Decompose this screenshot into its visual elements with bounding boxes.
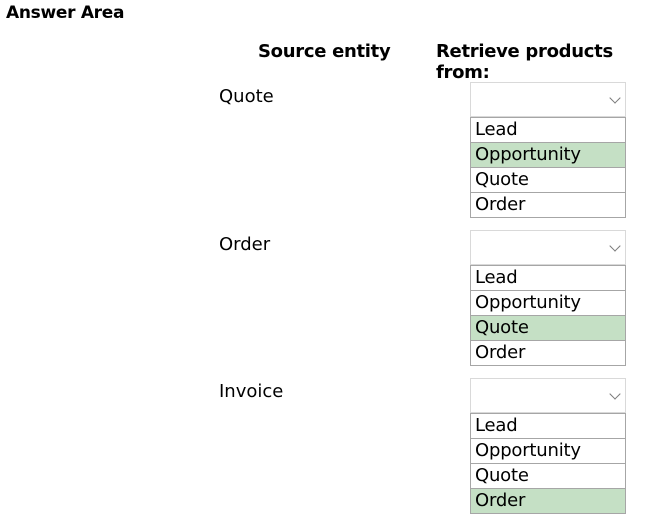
dropdown-option[interactable]: Opportunity: [471, 438, 625, 463]
dropdown-option[interactable]: Quote: [471, 315, 625, 340]
dropdown-option[interactable]: Order: [471, 192, 625, 217]
chevron-down-icon[interactable]: [609, 240, 621, 252]
retrieve-products-dropdown[interactable]: Lead Opportunity Quote Order: [470, 378, 626, 514]
dropdown-options: Lead Opportunity Quote Order: [470, 413, 626, 514]
dropdown-header[interactable]: [470, 378, 626, 413]
source-entity-label: Order: [219, 234, 271, 255]
dropdown-option[interactable]: Order: [471, 488, 625, 513]
dropdown-options: Lead Opportunity Quote Order: [470, 117, 626, 218]
source-entity-label: Invoice: [219, 381, 284, 402]
chevron-down-icon[interactable]: [609, 92, 621, 104]
source-entity-label: Quote: [219, 86, 274, 107]
dropdown-header[interactable]: [470, 82, 626, 117]
dropdown-option[interactable]: Order: [471, 340, 625, 365]
retrieve-products-dropdown[interactable]: Lead Opportunity Quote Order: [470, 82, 626, 218]
chevron-down-icon[interactable]: [609, 388, 621, 400]
answer-area-title: Answer Area: [6, 3, 125, 23]
retrieve-products-dropdown[interactable]: Lead Opportunity Quote Order: [470, 230, 626, 366]
dropdown-option[interactable]: Quote: [471, 463, 625, 488]
dropdown-option[interactable]: Lead: [471, 117, 625, 142]
retrieve-products-header: Retrieve products from:: [436, 41, 613, 83]
dropdown-header[interactable]: [470, 230, 626, 265]
dropdown-option[interactable]: Lead: [471, 413, 625, 438]
dropdown-option[interactable]: Opportunity: [471, 290, 625, 315]
source-entity-header: Source entity: [258, 41, 391, 62]
dropdown-option[interactable]: Lead: [471, 265, 625, 290]
dropdown-options: Lead Opportunity Quote Order: [470, 265, 626, 366]
dropdown-option[interactable]: Quote: [471, 167, 625, 192]
dropdown-option[interactable]: Opportunity: [471, 142, 625, 167]
